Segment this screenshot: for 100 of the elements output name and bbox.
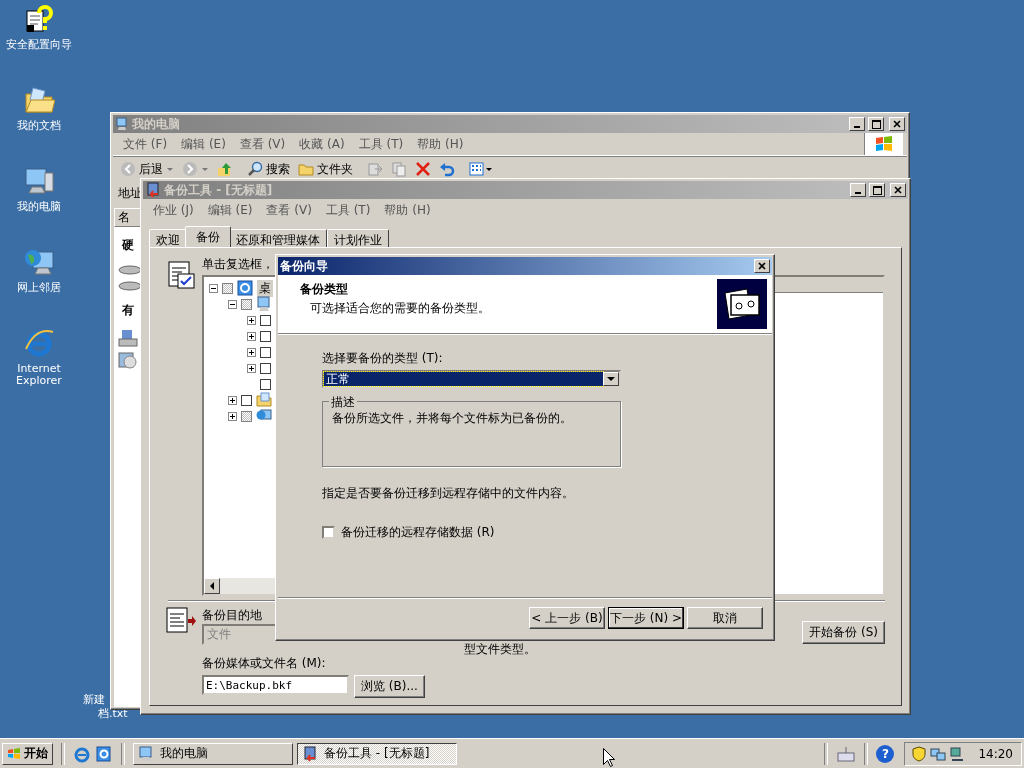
- drive-icon[interactable]: [118, 280, 140, 292]
- instruction-text: 单击复选框，: [202, 256, 274, 273]
- remote-note-text: 指定是否要备份迁移到远程存储中的文件内容。: [322, 485, 574, 502]
- start-backup-button[interactable]: 开始备份 (S): [802, 621, 885, 644]
- close-button[interactable]: [889, 117, 905, 131]
- tree-checkbox[interactable]: [241, 298, 252, 310]
- taskbar-button[interactable]: 备份工具 - [无标题]: [297, 742, 457, 765]
- tab[interactable]: 还原和管理媒体: [229, 229, 327, 247]
- tree-checkbox[interactable]: [241, 394, 252, 406]
- tree-checkbox[interactable]: [260, 378, 271, 390]
- hint-text: 型文件类型。: [464, 642, 536, 656]
- address-label: 地址: [118, 184, 142, 202]
- menu-item[interactable]: 查看 (V): [260, 201, 318, 219]
- browse-button[interactable]: 浏览 (B)...: [354, 675, 425, 698]
- desktop-icon-label[interactable]: 档.txt: [98, 706, 128, 721]
- wizard-button[interactable]: < 上一步 (B): [529, 607, 605, 629]
- shield-icon[interactable]: [911, 745, 928, 762]
- folder-up-icon: [217, 161, 233, 177]
- close-button[interactable]: [754, 259, 770, 273]
- wizard-button[interactable]: 下一步 (N) >: [608, 607, 684, 629]
- caret-icon: [607, 376, 615, 382]
- type-label: 选择要备份的类型 (T):: [322, 350, 443, 367]
- menu-item[interactable]: 作业 (J): [147, 201, 200, 219]
- clock[interactable]: 14:20: [978, 746, 1013, 761]
- network-icon[interactable]: [930, 745, 947, 762]
- flag-logo-icon: [7, 747, 21, 760]
- maximize-button[interactable]: [868, 117, 884, 131]
- desktop-icon-label[interactable]: 网上邻居: [17, 282, 61, 294]
- media-path-field[interactable]: E:\Backup.bkf: [202, 675, 349, 695]
- menu-item[interactable]: 文件 (F): [117, 135, 174, 153]
- menu-item[interactable]: 编辑 (E): [201, 201, 259, 219]
- description-text: 备份所选文件，并将每个文件标为已备份的。: [332, 411, 572, 425]
- backup-type-dropdown[interactable]: 正常: [322, 370, 621, 388]
- menu-item[interactable]: 查看 (V): [233, 135, 292, 153]
- folder-icon[interactable]: [23, 84, 55, 116]
- floppy-drive-icon[interactable]: [118, 329, 138, 347]
- close-button[interactable]: [890, 183, 906, 197]
- tab[interactable]: 欢迎: [149, 229, 187, 247]
- menu-item[interactable]: 帮助 (H): [378, 201, 437, 219]
- maximize-button[interactable]: [869, 183, 885, 197]
- window-title: 我的电脑: [132, 115, 180, 133]
- expand-toggle[interactable]: [247, 363, 256, 373]
- caret-icon: [166, 165, 174, 173]
- computer-icon[interactable]: [23, 165, 55, 197]
- maximize-icon: [871, 119, 881, 129]
- expand-toggle[interactable]: [247, 331, 256, 341]
- tree-checkbox[interactable]: [260, 330, 271, 342]
- drive-icon[interactable]: [118, 264, 140, 276]
- cd-drive-icon[interactable]: [118, 351, 138, 369]
- dropdown-button[interactable]: [603, 372, 619, 386]
- search-button[interactable]: 搜索: [244, 159, 293, 179]
- maximize-icon: [872, 185, 882, 195]
- expand-toggle[interactable]: [228, 395, 237, 405]
- close-icon: [758, 262, 766, 270]
- minimize-button[interactable]: [849, 117, 865, 131]
- column-header[interactable]: 名: [114, 208, 140, 227]
- backup-icon: [302, 745, 318, 762]
- desktop-icon-label[interactable]: 新建: [83, 692, 105, 707]
- computer-icon: [256, 296, 272, 312]
- search-icon: [247, 161, 263, 177]
- menu-item[interactable]: 帮助 (H): [411, 135, 470, 153]
- desktop-icon-label[interactable]: 我的电脑: [17, 201, 61, 213]
- minimize-button[interactable]: [850, 183, 866, 197]
- network-icon[interactable]: [949, 745, 966, 762]
- start-button[interactable]: 开始: [2, 742, 53, 765]
- expand-toggle[interactable]: [247, 347, 256, 357]
- wizard-icon[interactable]: [23, 3, 55, 35]
- back-button[interactable]: 后退: [117, 159, 177, 179]
- tree-item[interactable]: 桌: [257, 279, 273, 297]
- tree-checkbox[interactable]: [241, 410, 252, 422]
- tree-checkbox[interactable]: [260, 362, 271, 374]
- scroll-left-button[interactable]: [204, 578, 220, 594]
- desktop-icon-label[interactable]: Internet Explorer: [0, 363, 78, 387]
- window-title: 备份工具 - [无标题]: [164, 181, 273, 199]
- menu-item[interactable]: 工具 (T): [319, 201, 377, 219]
- document-arrow-icon: [166, 607, 196, 635]
- folders-button[interactable]: 文件夹: [295, 159, 356, 179]
- taskbar-button[interactable]: 我的电脑: [133, 742, 293, 765]
- expand-toggle[interactable]: [209, 283, 218, 293]
- menu-item[interactable]: 工具 (T): [352, 135, 410, 153]
- group-heading: 有: [121, 302, 134, 319]
- desktop-icon-label[interactable]: 安全配置向导: [6, 39, 72, 51]
- tab[interactable]: 计划作业: [327, 229, 389, 247]
- expand-toggle[interactable]: [247, 315, 256, 325]
- desktop-icon-label[interactable]: 我的文档: [17, 120, 61, 132]
- help-button[interactable]: ?: [876, 744, 895, 763]
- wizard-button[interactable]: 取消: [687, 607, 763, 629]
- checkbox[interactable]: [322, 526, 335, 539]
- checkbox-label[interactable]: 备份迁移的远程存储数据 (R): [341, 524, 495, 541]
- tree-checkbox[interactable]: [260, 314, 271, 326]
- expand-toggle[interactable]: [228, 411, 237, 421]
- page-icon[interactable]: [95, 744, 113, 763]
- browser-icon[interactable]: [23, 327, 55, 359]
- tree-checkbox[interactable]: [222, 282, 233, 294]
- expand-toggle[interactable]: [228, 299, 237, 309]
- menu-item[interactable]: 收藏 (A): [293, 135, 351, 153]
- menu-item[interactable]: 编辑 (E): [175, 135, 232, 153]
- close-icon: [893, 120, 901, 128]
- tab[interactable]: 备份: [185, 226, 231, 247]
- tree-checkbox[interactable]: [260, 346, 271, 358]
